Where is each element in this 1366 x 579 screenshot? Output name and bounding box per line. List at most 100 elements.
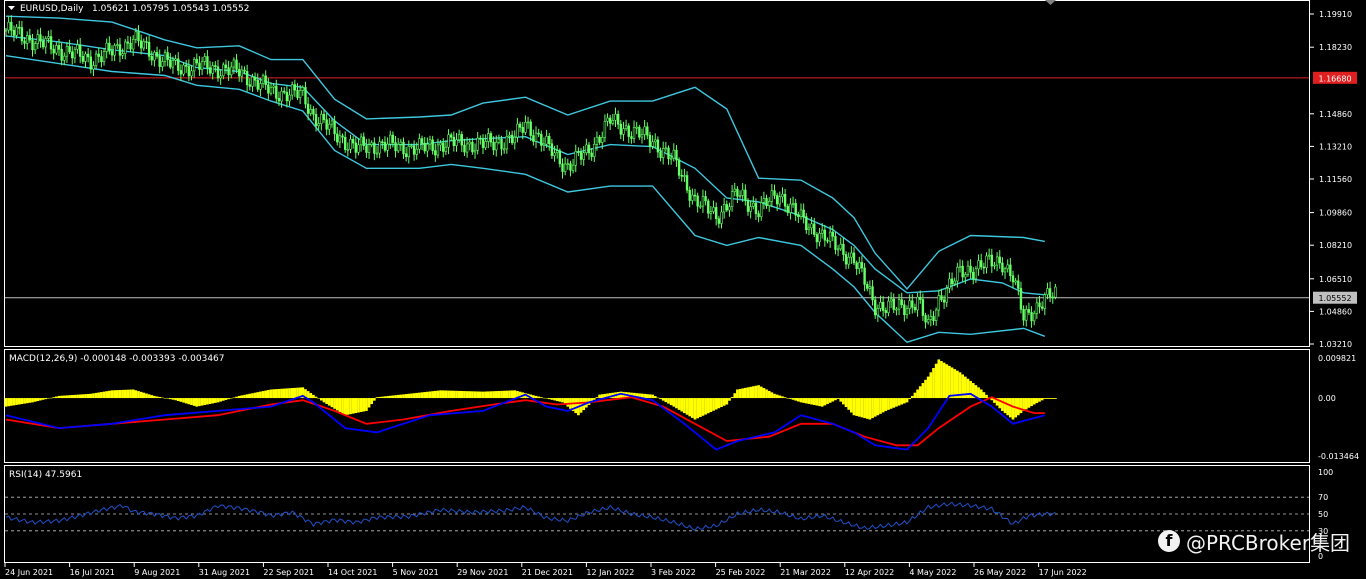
macd-bar — [683, 398, 686, 414]
macd-bar — [221, 398, 225, 401]
candle-body — [79, 44, 82, 57]
candle-body — [343, 136, 347, 150]
macd-bar — [25, 398, 29, 404]
candle-body — [836, 248, 840, 251]
candle-body — [434, 150, 437, 156]
candle-body — [163, 52, 167, 62]
candle-body — [283, 90, 286, 93]
macd-bar — [892, 398, 896, 408]
candle-body — [855, 262, 858, 269]
macd-bar — [415, 392, 419, 399]
watermark: f @PRCBroker集团 — [1158, 527, 1350, 555]
macd-bar — [736, 389, 739, 399]
candle-body — [995, 256, 999, 266]
candle-body — [860, 262, 864, 269]
candle-body — [60, 48, 63, 61]
macd-bar — [174, 398, 177, 401]
macd-bar — [664, 398, 668, 403]
macd-bar — [884, 398, 888, 411]
candle-body — [338, 135, 342, 143]
macd-bar — [762, 388, 766, 399]
candle-body — [396, 144, 400, 152]
candle-body — [553, 152, 556, 156]
candle-body — [457, 134, 461, 141]
macd-bar — [765, 389, 768, 399]
candle-body — [722, 204, 726, 213]
candle-body — [86, 53, 90, 58]
candle-body — [412, 145, 416, 155]
macd-bar — [68, 395, 71, 399]
macd-bar — [309, 392, 313, 399]
candle-body — [394, 142, 397, 152]
macd-bar — [937, 359, 941, 399]
macd-bar — [1035, 398, 1039, 404]
y-tick-label: 1.04860 — [1319, 307, 1352, 316]
candle-body — [942, 299, 946, 303]
candle-body — [725, 204, 729, 211]
candle-body — [913, 307, 917, 311]
candle-body — [953, 280, 956, 285]
macd-bar — [598, 394, 601, 399]
macd-bar — [420, 392, 424, 399]
macd-bar — [547, 398, 551, 400]
candle-body — [1040, 306, 1044, 309]
macd-bar — [370, 398, 374, 405]
macd-bar — [290, 388, 294, 399]
macd-bar — [179, 398, 183, 402]
collapse-triangle-icon[interactable] — [8, 6, 15, 10]
macd-bar — [484, 391, 487, 399]
candle-body — [208, 67, 212, 74]
candle-body — [744, 189, 747, 201]
macd-bar — [439, 390, 442, 399]
x-tick-label: 12 Apr 2022 — [845, 568, 894, 577]
candle-body — [81, 56, 85, 62]
candle-body — [736, 188, 739, 197]
macd-bar — [89, 393, 93, 399]
macd-bar — [163, 398, 167, 399]
candle-body — [579, 151, 583, 160]
macd-bar — [667, 398, 670, 404]
candle-body — [937, 295, 941, 311]
candle-body — [402, 141, 405, 155]
macd-bar — [1038, 398, 1041, 402]
candle-body — [624, 125, 628, 129]
candle-body — [924, 315, 927, 323]
macd-bar — [320, 398, 323, 401]
x-tick-label: 4 May 2022 — [909, 568, 956, 577]
x-tick-label: 16 Jul 2021 — [70, 568, 115, 577]
macd-bar — [113, 390, 116, 399]
macd-bar — [280, 388, 283, 399]
macd-bar — [789, 398, 792, 399]
candle-body — [574, 151, 577, 166]
candle-body — [245, 71, 249, 86]
rsi-y-tick-label: 50 — [1318, 510, 1328, 519]
candle-body — [341, 135, 344, 138]
candle-body — [1022, 309, 1025, 321]
candle-body — [1027, 309, 1031, 313]
candle-body — [420, 138, 424, 144]
candle-body — [200, 61, 204, 70]
candle-body — [990, 254, 994, 267]
macd-bar — [330, 398, 334, 408]
macd-bar — [693, 398, 697, 420]
macd-bar — [537, 396, 540, 399]
macd-bar — [791, 398, 795, 400]
macd-bar — [412, 393, 416, 399]
bollinger-upper — [5, 15, 1045, 290]
candle-body — [696, 195, 699, 207]
macd-bar — [863, 398, 866, 419]
candle-body — [603, 120, 607, 138]
macd-bar — [394, 395, 397, 399]
macd-bar — [842, 398, 845, 405]
candle-body — [815, 234, 819, 243]
candle-body — [153, 52, 156, 61]
macd-bar — [688, 398, 692, 417]
macd-bar — [592, 398, 596, 400]
macd-bar — [121, 389, 124, 399]
macd-bar — [1030, 398, 1033, 407]
macd-bar — [431, 391, 434, 399]
candle-body — [834, 236, 837, 250]
candle-body — [36, 34, 40, 44]
candle-body — [521, 127, 524, 133]
candle-body — [818, 232, 821, 243]
